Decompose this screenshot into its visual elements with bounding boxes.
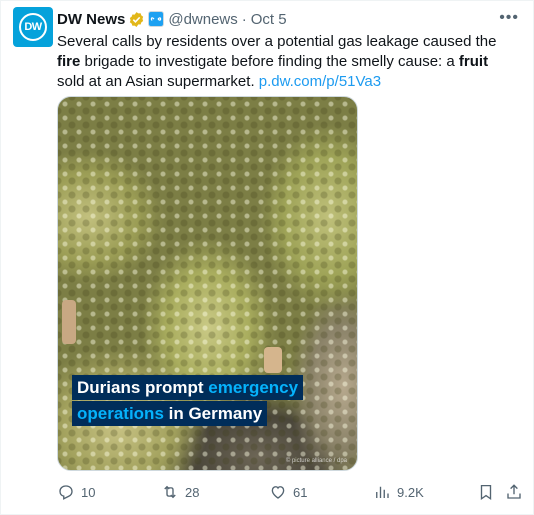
share-icon xyxy=(507,484,521,499)
like-button[interactable]: 61 xyxy=(269,483,307,501)
tweet-text-part: brigade to investigate before finding th… xyxy=(80,53,459,70)
durian-stem xyxy=(264,347,282,373)
avatar[interactable]: DW xyxy=(13,7,53,47)
action-bar: 10 28 61 9.2K xyxy=(57,483,523,503)
like-count: 61 xyxy=(293,484,308,500)
caption-line-1: Durians prompt emergency xyxy=(72,375,304,400)
caption-highlight: operations xyxy=(77,404,164,423)
share-button[interactable] xyxy=(505,483,523,501)
reply-button[interactable]: 10 xyxy=(57,483,95,501)
tweet-text: Several calls by residents over a potent… xyxy=(57,32,517,92)
analytics-icon xyxy=(376,486,389,498)
retweet-count: 28 xyxy=(185,484,200,500)
view-count: 9.2K xyxy=(397,484,424,500)
tweet-card[interactable]: DW DW News @dwnews · Oct 5 ••• Several c… xyxy=(0,0,534,515)
tweet-header: DW News @dwnews · Oct 5 xyxy=(57,9,287,29)
retweet-icon xyxy=(164,485,176,499)
video-caption: Durians prompt emergency operations in G… xyxy=(72,375,304,427)
dw-logo: DW xyxy=(19,13,47,41)
tweet-text-part: sold at an Asian supermarket. xyxy=(57,73,259,90)
image-credit: © picture alliance / dpa xyxy=(285,458,347,464)
reply-icon xyxy=(59,485,73,500)
caption-line-2: operations in Germany xyxy=(72,401,268,426)
bookmark-button[interactable] xyxy=(477,483,495,501)
separator-dot: · xyxy=(241,10,247,28)
timestamp[interactable]: Oct 5 xyxy=(251,11,287,28)
views-button[interactable]: 9.2K xyxy=(373,483,424,501)
affiliate-badge-icon[interactable] xyxy=(148,11,165,27)
caption-highlight: emergency xyxy=(208,378,299,397)
heart-icon xyxy=(271,486,285,499)
verified-badge-icon[interactable] xyxy=(128,11,145,28)
bookmark-icon xyxy=(480,484,492,501)
tweet-bold-word: fruit xyxy=(458,53,489,70)
caption-text: in Germany xyxy=(163,404,263,423)
tweet-text-part: Several calls by residents over a potent… xyxy=(57,33,497,50)
article-link[interactable]: p.dw.com/p/51Va3 xyxy=(259,73,381,90)
media-image[interactable]: Durians prompt emergency operations in G… xyxy=(57,96,358,471)
durian-stem xyxy=(62,300,76,344)
reply-count: 10 xyxy=(81,484,96,500)
retweet-button[interactable]: 28 xyxy=(161,483,199,501)
tweet-bold-word: fire xyxy=(57,53,81,70)
author-name[interactable]: DW News xyxy=(57,11,125,28)
more-options-icon[interactable]: ••• xyxy=(499,9,519,27)
caption-text: Durians prompt xyxy=(77,378,209,397)
author-handle[interactable]: @dwnews xyxy=(168,11,237,28)
